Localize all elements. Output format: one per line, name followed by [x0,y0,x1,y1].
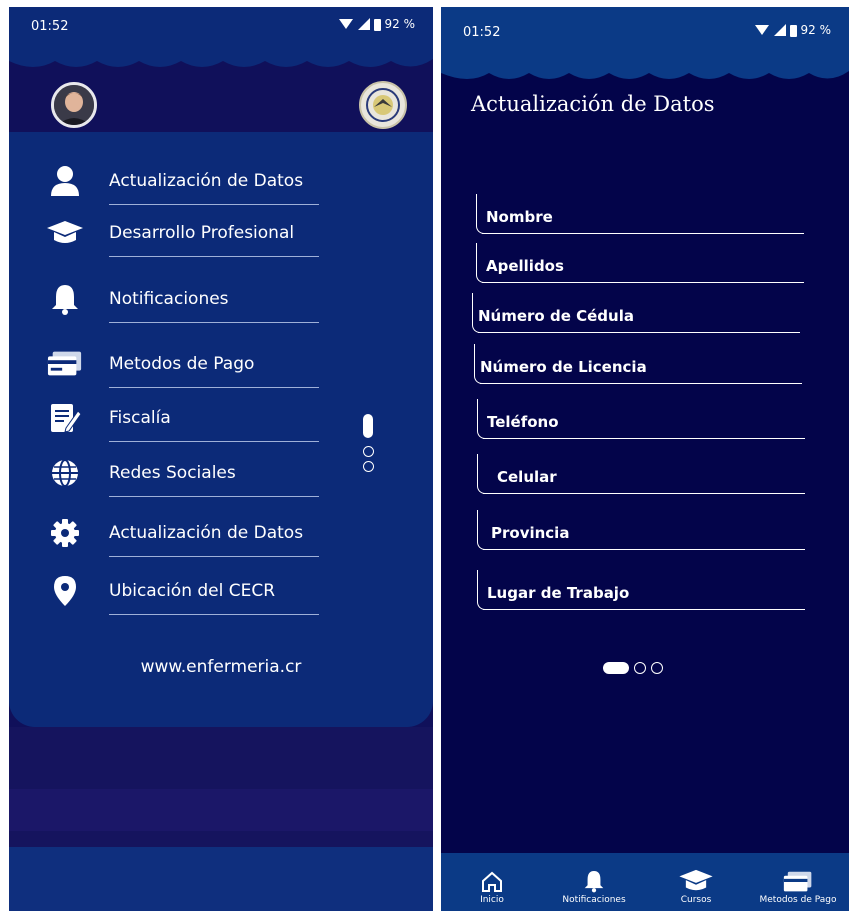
website-link[interactable]: www.enfermeria.cr [9,657,433,677]
institution-seal-logo [359,81,407,129]
bottom-navigation: Inicio Notificaciones Cursos Metodos de … [441,853,849,911]
page-dot-active[interactable] [603,662,629,674]
page-dot[interactable] [362,446,374,457]
field-lugar-trabajo[interactable]: Lugar de Trabajo [477,570,805,610]
divider [109,614,319,615]
gear-icon [47,515,83,551]
field-telefono[interactable]: Teléfono [477,399,805,439]
left-screen: 01:52 92 % Actualización de Datos Desarr… [9,7,433,911]
bell-icon [584,867,604,893]
field-numero-cedula[interactable]: Número de Cédula [472,293,800,333]
signal-icon [773,24,786,36]
field-label: Lugar de Trabajo [487,584,630,602]
field-provincia[interactable]: Provincia [477,510,805,550]
field-label: Celular [497,468,557,486]
horizontal-page-indicator [603,662,663,674]
field-label: Teléfono [487,413,559,431]
field-celular[interactable]: Celular [477,454,805,494]
field-numero-licencia[interactable]: Número de Licencia [474,344,802,384]
credit-card-icon [47,346,83,382]
page-dot[interactable] [651,662,663,674]
nav-tab-label: Cursos [680,895,712,905]
menu-item-label: Actualización de Datos [109,523,304,543]
credit-card-icon [783,867,813,893]
status-bar: 01:52 92 % [9,7,433,77]
menu-item-label: Ubicación del CECR [109,581,276,601]
nav-tab-notificaciones[interactable]: Notificaciones [549,867,639,905]
divider [109,556,319,557]
battery-icon [373,18,381,31]
battery-percent: 92 % [800,23,832,37]
page-dot[interactable] [362,461,374,472]
person-icon [47,163,83,199]
background-band [9,789,433,831]
menu-item-redes-sociales[interactable]: Redes Sociales [47,447,319,499]
graduation-cap-icon [47,215,83,251]
nav-tab-cursos[interactable]: Cursos [651,867,741,905]
field-label: Nombre [486,208,553,226]
divider [109,441,319,442]
menu-item-label: Fiscalía [109,408,171,428]
status-time: 01:52 [31,19,69,34]
field-label: Número de Cédula [478,307,634,325]
menu-item-desarrollo-profesional[interactable]: Desarrollo Profesional [47,207,319,259]
divider [109,204,319,205]
menu-item-actualizacion-datos[interactable]: Actualización de Datos [47,155,319,207]
location-pin-icon [47,573,83,609]
menu-item-fiscalia[interactable]: Fiscalía [47,392,319,444]
bottom-bar [9,847,433,911]
menu-item-label: Desarrollo Profesional [109,223,295,243]
divider [109,387,319,388]
nav-tab-label: Inicio [480,895,504,905]
page-dot-active[interactable] [363,414,373,438]
menu-item-label: Metodos de Pago [109,354,255,374]
menu-item-notificaciones[interactable]: Notificaciones [47,273,319,325]
divider [109,322,319,323]
document-edit-icon [47,400,83,436]
menu-item-label: Redes Sociales [109,463,236,483]
status-bar: 01:52 92 % [441,7,849,77]
nav-tab-inicio[interactable]: Inicio [447,867,537,905]
vertical-page-indicator [361,414,375,476]
menu-item-label: Actualización de Datos [109,171,304,191]
battery-percent: 92 % [384,17,416,31]
wifi-icon [338,19,353,29]
bell-icon [47,281,83,317]
signal-icon [357,18,370,30]
nav-tab-label: Notificaciones [562,895,626,905]
field-label: Número de Licencia [480,358,647,376]
globe-icon [47,455,83,491]
battery-icon [789,24,797,37]
divider [109,496,319,497]
right-screen: 01:52 92 % Actualización de Datos Nombre… [441,7,849,911]
menu-item-actualizacion-datos-2[interactable]: Actualización de Datos [47,507,319,559]
divider [109,256,319,257]
menu-item-metodos-pago[interactable]: Metodos de Pago [47,338,319,390]
status-time: 01:52 [463,25,501,40]
graduation-cap-icon [679,867,713,893]
user-avatar[interactable] [51,82,97,128]
menu-item-label: Notificaciones [109,289,229,309]
avatar-photo [54,85,94,125]
field-label: Apellidos [486,257,564,275]
home-icon [481,867,503,893]
menu-item-ubicacion-cecr[interactable]: Ubicación del CECR [47,565,319,617]
field-label: Provincia [491,524,570,542]
nav-tab-metodos-pago[interactable]: Metodos de Pago [753,867,843,905]
page-title: Actualización de Datos [471,92,715,116]
wifi-icon [754,25,769,35]
nav-tab-label: Metodos de Pago [759,895,837,905]
field-apellidos[interactable]: Apellidos [476,243,804,283]
field-nombre[interactable]: Nombre [476,194,804,234]
page-dot[interactable] [634,662,646,674]
